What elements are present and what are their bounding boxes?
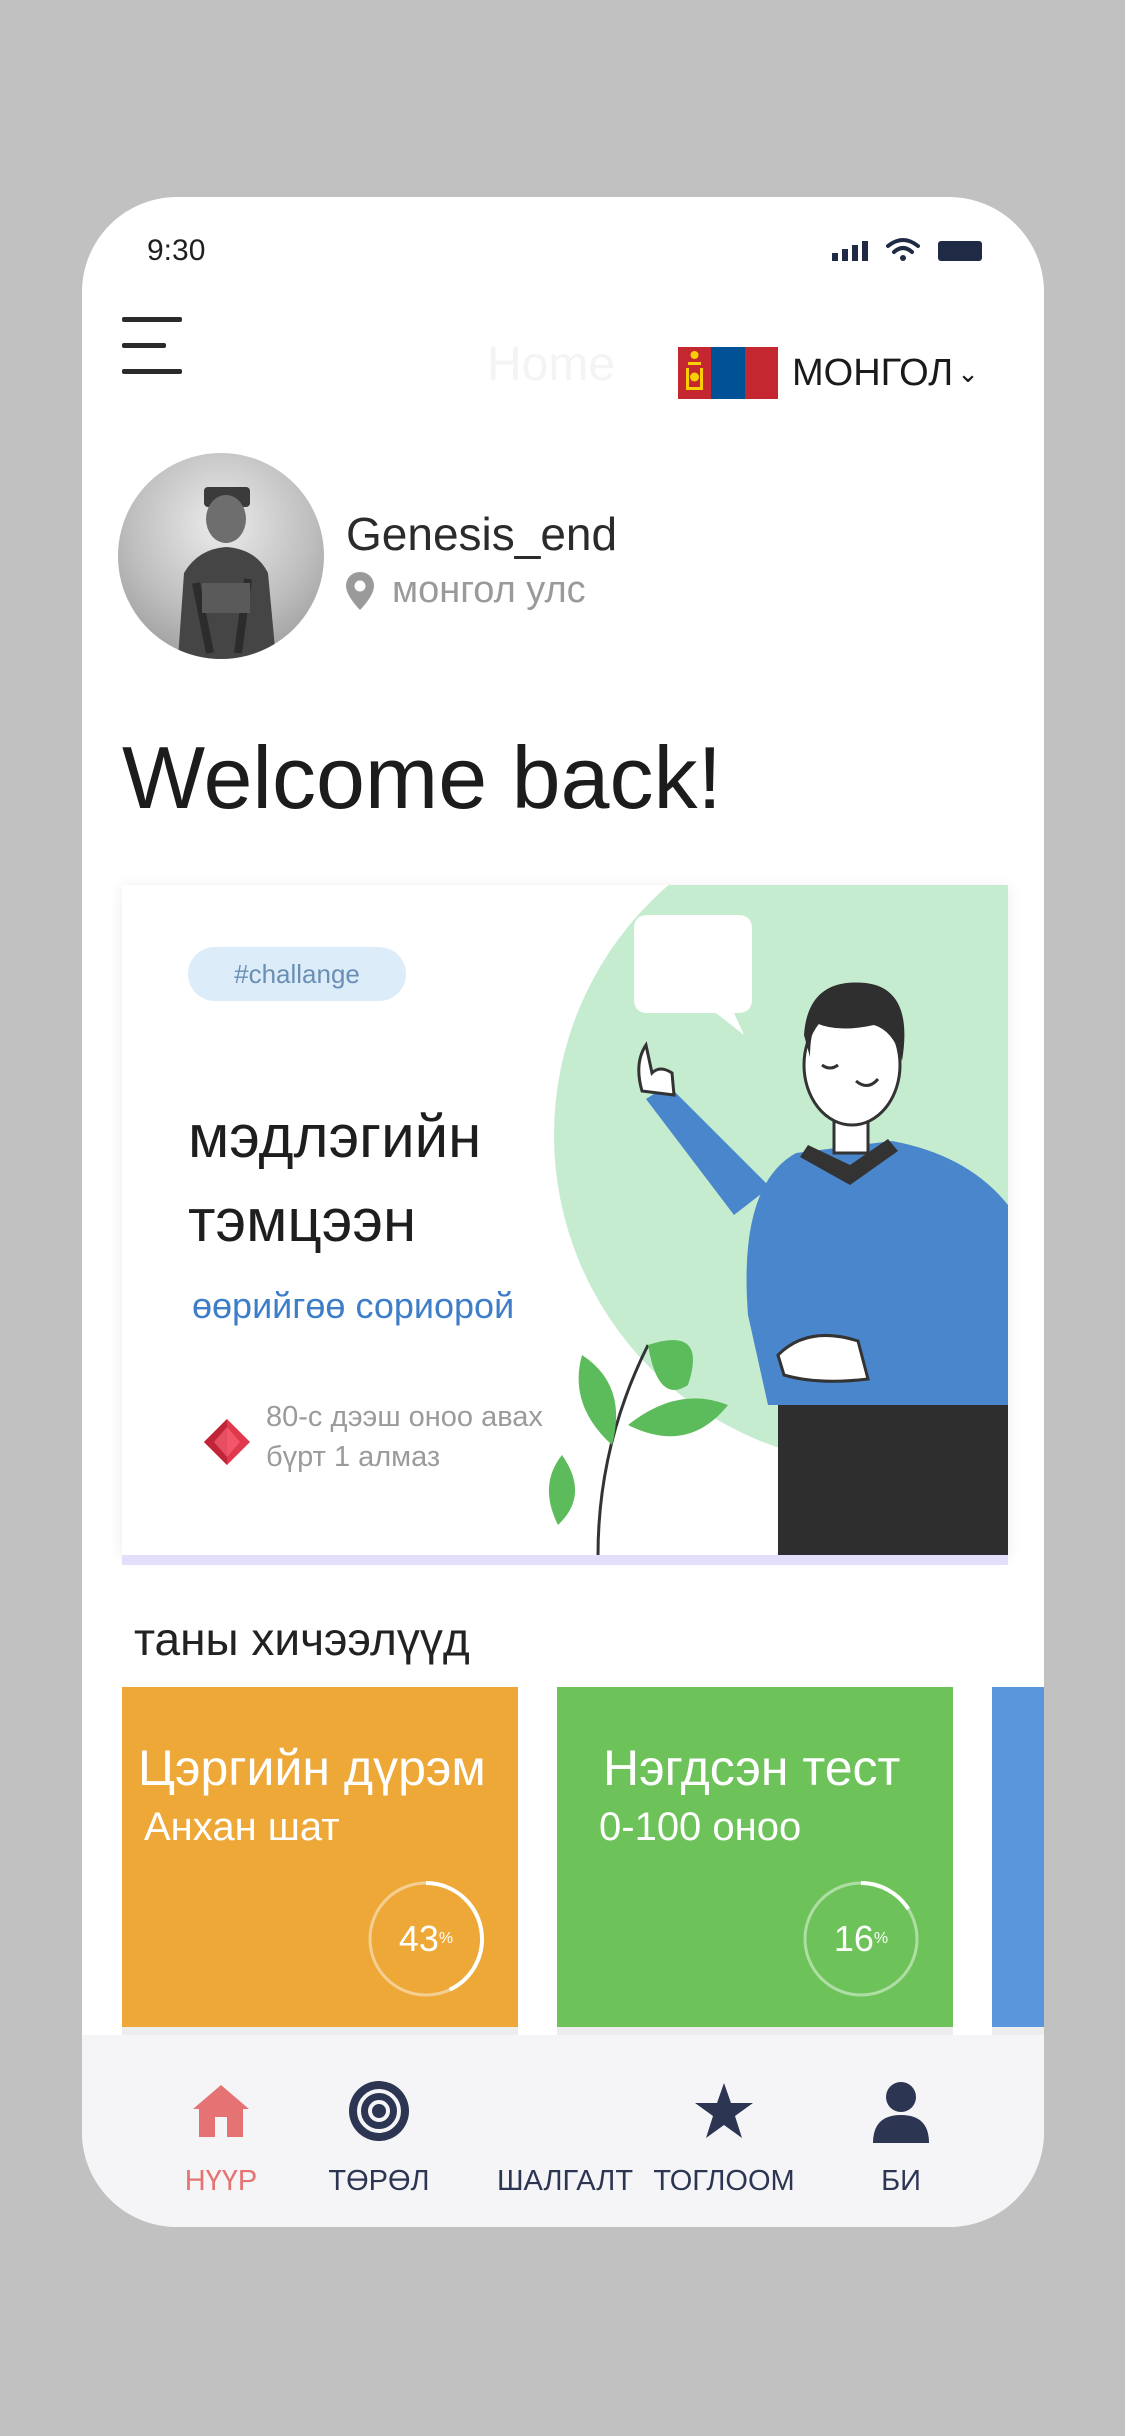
status-time: 9:30 [147, 234, 206, 267]
tab-category[interactable]: ТӨРӨЛ [289, 2079, 469, 2198]
lesson-card-unified-test[interactable]: Нэгдсэн тест 0-100 оноо 16% [557, 1687, 953, 2027]
tab-game[interactable]: ТОГЛООМ [634, 2079, 814, 2198]
tab-label: НҮҮР [184, 2165, 258, 2197]
progress-value: 43% [398, 1918, 454, 1959]
reward-note-line1: 80-с дээш оноо авах [266, 1401, 543, 1433]
chevron-down-icon: ⌄ [957, 357, 979, 388]
lessons-section-title: таны хичээлүүд [134, 1613, 470, 1665]
page-title: Home [487, 338, 616, 391]
tab-me[interactable]: БИ [811, 2079, 991, 2198]
progress-value: 16% [833, 1918, 889, 1959]
soldier-photo [178, 487, 276, 659]
home-icon [193, 2085, 249, 2137]
lesson-title: Цэргийн дүрэм [138, 1740, 486, 1796]
diamond-icon [204, 1419, 250, 1465]
challenge-title: мэдлэгийн тэмцээн [188, 1095, 481, 1263]
status-icons [832, 237, 982, 261]
challenge-title-line2: тэмцээн [188, 1187, 417, 1254]
location-text: монгол улс [392, 569, 586, 611]
tab-label: ШАЛГАЛТ [496, 2165, 634, 2197]
progress-ring: 16% [799, 1877, 923, 2001]
flag-stripe-right [744, 347, 778, 399]
avatar[interactable] [118, 453, 324, 659]
challenge-title-line1: мэдлэгийн [188, 1103, 482, 1170]
lesson-card-military-rules[interactable]: Цэргийн дүрэм Анхан шат 43% [122, 1687, 518, 2027]
flag-stripe-center [711, 347, 745, 399]
mongolia-flag-icon [678, 347, 778, 399]
tab-label: БИ [881, 2165, 921, 2197]
challenge-tag[interactable]: #challange [188, 947, 406, 1001]
language-selector[interactable]: МОНГОЛ ⌄ [678, 347, 979, 399]
tab-label: ТӨРӨЛ [328, 2165, 430, 2197]
lesson-title: Нэгдсэн тест [603, 1740, 901, 1796]
star-icon [695, 2083, 753, 2138]
tab-label: ТОГЛООМ [653, 2165, 795, 2197]
menu-icon[interactable] [122, 315, 184, 375]
reward-note-line2: бүрт 1 алмаз [266, 1441, 441, 1473]
flag-stripe-left [678, 347, 712, 399]
language-label: МОНГОЛ [792, 351, 954, 394]
user-icon [873, 2082, 929, 2143]
lesson-card-partial[interactable] [992, 1687, 1044, 2027]
phone-screen: 9:30 Home МОНГОЛ ⌄ Genesis_end монгол ул… [82, 197, 1044, 2227]
wifi-icon [886, 238, 920, 261]
soyombo-emblem [686, 351, 703, 390]
battery-icon [938, 241, 982, 261]
username: Genesis_end [346, 508, 618, 560]
lesson-subtitle: 0-100 оноо [599, 1805, 802, 1849]
bottom-tab-bar: НҮҮР ТӨРӨЛ ШАЛГАЛТ ТОГЛООМ БИ [82, 2035, 1044, 2227]
progress-ring: 43% [364, 1877, 488, 2001]
signal-icon [832, 239, 868, 261]
challenge-reward-note: 80-с дээш оноо авах бүрт 1 алмаз [266, 1397, 543, 1477]
challenge-subtitle[interactable]: өөрийгөө сориорой [192, 1285, 514, 1327]
tab-home[interactable]: НҮҮР [131, 2079, 311, 2198]
challenge-card[interactable]: #challange мэдлэгийн тэмцээн өөрийгөө со… [122, 885, 1008, 1555]
teacher-illustration [548, 915, 1008, 1555]
lesson-subtitle: Анхан шат [144, 1805, 340, 1849]
location-row: монгол улс [346, 569, 586, 612]
welcome-heading: Welcome back! [122, 728, 722, 827]
tab-exam[interactable]: ШАЛГАЛТ [475, 2079, 655, 2198]
location-pin-icon [346, 571, 374, 610]
target-icon [349, 2081, 409, 2141]
